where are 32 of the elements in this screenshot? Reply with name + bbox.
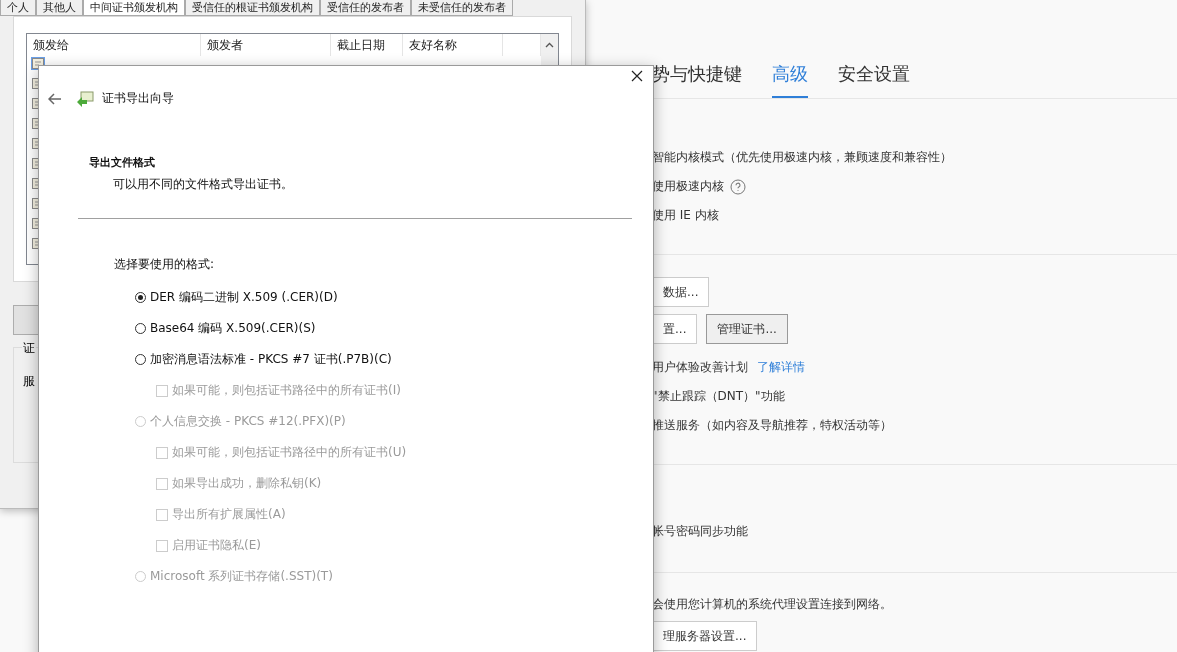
learn-more-link[interactable]: 了解详情 xyxy=(757,359,805,376)
column-header[interactable]: 颁发者 xyxy=(201,34,331,56)
manage-certificates-button[interactable]: 管理证书... xyxy=(706,314,788,344)
proxy-settings-button[interactable]: 理服务器设置... xyxy=(652,621,758,651)
format-radio-option[interactable]: 加密消息语法标准 - PKCS #7 证书(.P7B)(C) xyxy=(135,351,632,368)
certificate-icon xyxy=(76,90,94,107)
column-header[interactable]: 截止日期 xyxy=(331,34,403,56)
column-header[interactable]: 友好名称 xyxy=(403,34,503,56)
certificate-tab[interactable]: 受信任的发布者 xyxy=(320,0,411,16)
settings-tab[interactable]: 安全设置 xyxy=(838,62,910,98)
settings-tab[interactable]: 势与快捷键 xyxy=(652,62,742,98)
browse-data-button[interactable]: 数据... xyxy=(652,277,710,307)
section-heading: 导出文件格式 xyxy=(89,155,156,170)
certificate-tab[interactable]: 个人 xyxy=(0,0,36,16)
column-header[interactable]: 颁发给 xyxy=(27,34,201,56)
format-radio-option[interactable]: Base64 编码 X.509(.CER)(S) xyxy=(135,320,632,337)
section-description: 可以用不同的文件格式导出证书。 xyxy=(113,176,294,193)
wizard-title: 证书导出向导 xyxy=(102,90,174,107)
close-button[interactable] xyxy=(631,70,645,84)
settings-button[interactable]: 置... xyxy=(652,314,698,344)
format-radio-option[interactable]: DER 编码二进制 X.509 (.CER)(D) xyxy=(135,289,632,306)
format-prompt: 选择要使用的格式: xyxy=(114,256,216,273)
settings-tab[interactable]: 高级 xyxy=(772,62,808,98)
help-icon[interactable] xyxy=(730,178,746,195)
group-text: 服 xyxy=(23,374,35,388)
certificate-tab[interactable]: 未受信任的发布者 xyxy=(411,0,513,16)
certificate-icon[interactable] xyxy=(32,58,44,69)
certificate-tab[interactable]: 受信任的根证书颁发机构 xyxy=(185,0,320,16)
certificate-tab[interactable]: 中间证书颁发机构 xyxy=(83,0,185,16)
scroll-up-icon[interactable] xyxy=(545,42,554,48)
certificate-tab[interactable]: 其他人 xyxy=(36,0,83,16)
back-arrow-icon[interactable] xyxy=(48,92,62,105)
